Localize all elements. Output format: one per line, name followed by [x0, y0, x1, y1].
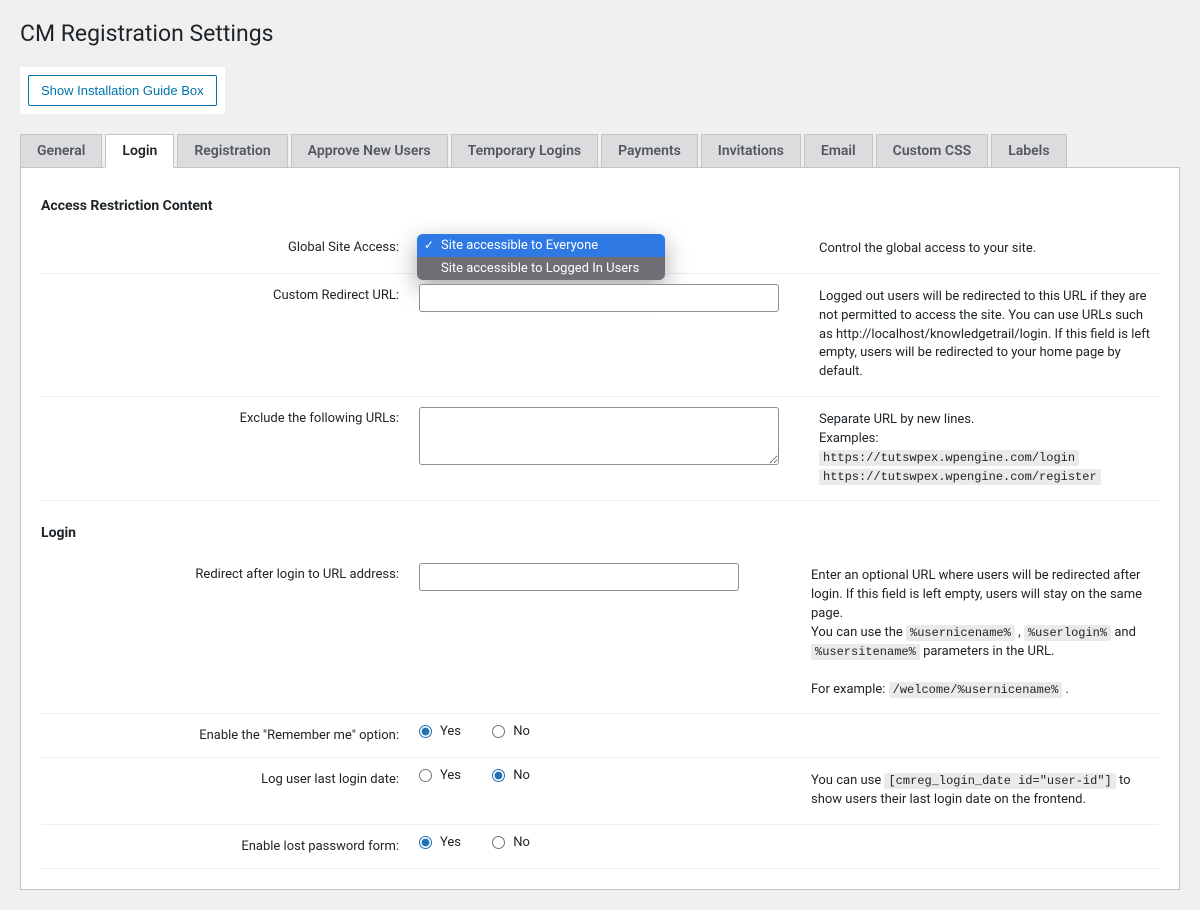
label-exclude-urls: Exclude the following URLs: [41, 397, 411, 501]
log-last-login-yes[interactable]: Yes [419, 768, 461, 783]
label-custom-redirect-url: Custom Redirect URL: [41, 273, 411, 396]
desc-global-site-access: Control the global access to your site. [799, 226, 1159, 273]
page-title: CM Registration Settings [0, 0, 1200, 57]
section-heading-access: Access Restriction Content [41, 198, 1159, 214]
tab-approve-new-users[interactable]: Approve New Users [291, 134, 448, 168]
desc-exclude-urls: Separate URL by new lines. Examples: htt… [799, 397, 1159, 501]
tab-payments[interactable]: Payments [601, 134, 698, 168]
desc-custom-redirect-url: Logged out users will be redirected to t… [799, 273, 1159, 396]
tabs-nav: General Login Registration Approve New U… [20, 134, 1180, 168]
code-example-path: /welcome/%usernicename% [889, 682, 1063, 698]
label-redirect-after-login: Redirect after login to URL address: [41, 553, 411, 713]
label-global-site-access: Global Site Access: [41, 226, 411, 273]
access-settings-table: Global Site Access: Site accessible to E… [41, 226, 1159, 501]
settings-panel: Access Restriction Content Global Site A… [20, 167, 1180, 890]
desc-log-last-login: You can use [cmreg_login_date id="user-i… [791, 758, 1159, 825]
example-url-1: https://tutswpex.wpengine.com/login [819, 450, 1079, 466]
login-settings-table: Redirect after login to URL address: Ent… [41, 553, 1159, 869]
remember-me-no[interactable]: No [492, 724, 530, 739]
tab-email[interactable]: Email [804, 134, 873, 168]
install-guide-box: Show Installation Guide Box [20, 67, 225, 114]
desc-redirect-after-login: Enter an optional URL where users will b… [791, 553, 1159, 713]
example-url-2: https://tutswpex.wpengine.com/register [819, 469, 1101, 485]
tab-labels[interactable]: Labels [991, 134, 1066, 168]
tab-invitations[interactable]: Invitations [701, 134, 801, 168]
lost-password-yes[interactable]: Yes [419, 835, 461, 850]
lost-password-no[interactable]: No [492, 835, 530, 850]
code-login-date-shortcode: [cmreg_login_date id="user-id"] [884, 773, 1115, 789]
remember-me-yes[interactable]: Yes [419, 724, 461, 739]
tab-custom-css[interactable]: Custom CSS [876, 134, 989, 168]
label-lost-password: Enable lost password form: [41, 825, 411, 869]
label-log-last-login: Log user last login date: [41, 758, 411, 825]
tab-registration[interactable]: Registration [177, 134, 287, 168]
custom-redirect-url-input[interactable] [419, 284, 779, 312]
tab-temporary-logins[interactable]: Temporary Logins [451, 134, 598, 168]
section-heading-login: Login [41, 525, 1159, 541]
code-userlogin: %userlogin% [1024, 625, 1111, 641]
tab-general[interactable]: General [20, 134, 102, 168]
label-remember-me: Enable the "Remember me" option: [41, 714, 411, 758]
code-usersitename: %usersitename% [811, 644, 920, 660]
dropdown-option-everyone[interactable]: Site accessible to Everyone [417, 234, 665, 257]
tab-login[interactable]: Login [105, 134, 174, 168]
exclude-urls-textarea[interactable] [419, 407, 779, 465]
code-usernicename: %usernicename% [906, 625, 1015, 641]
show-installation-guide-button[interactable]: Show Installation Guide Box [28, 75, 217, 106]
log-last-login-no[interactable]: No [492, 768, 530, 783]
redirect-after-login-input[interactable] [419, 563, 739, 591]
